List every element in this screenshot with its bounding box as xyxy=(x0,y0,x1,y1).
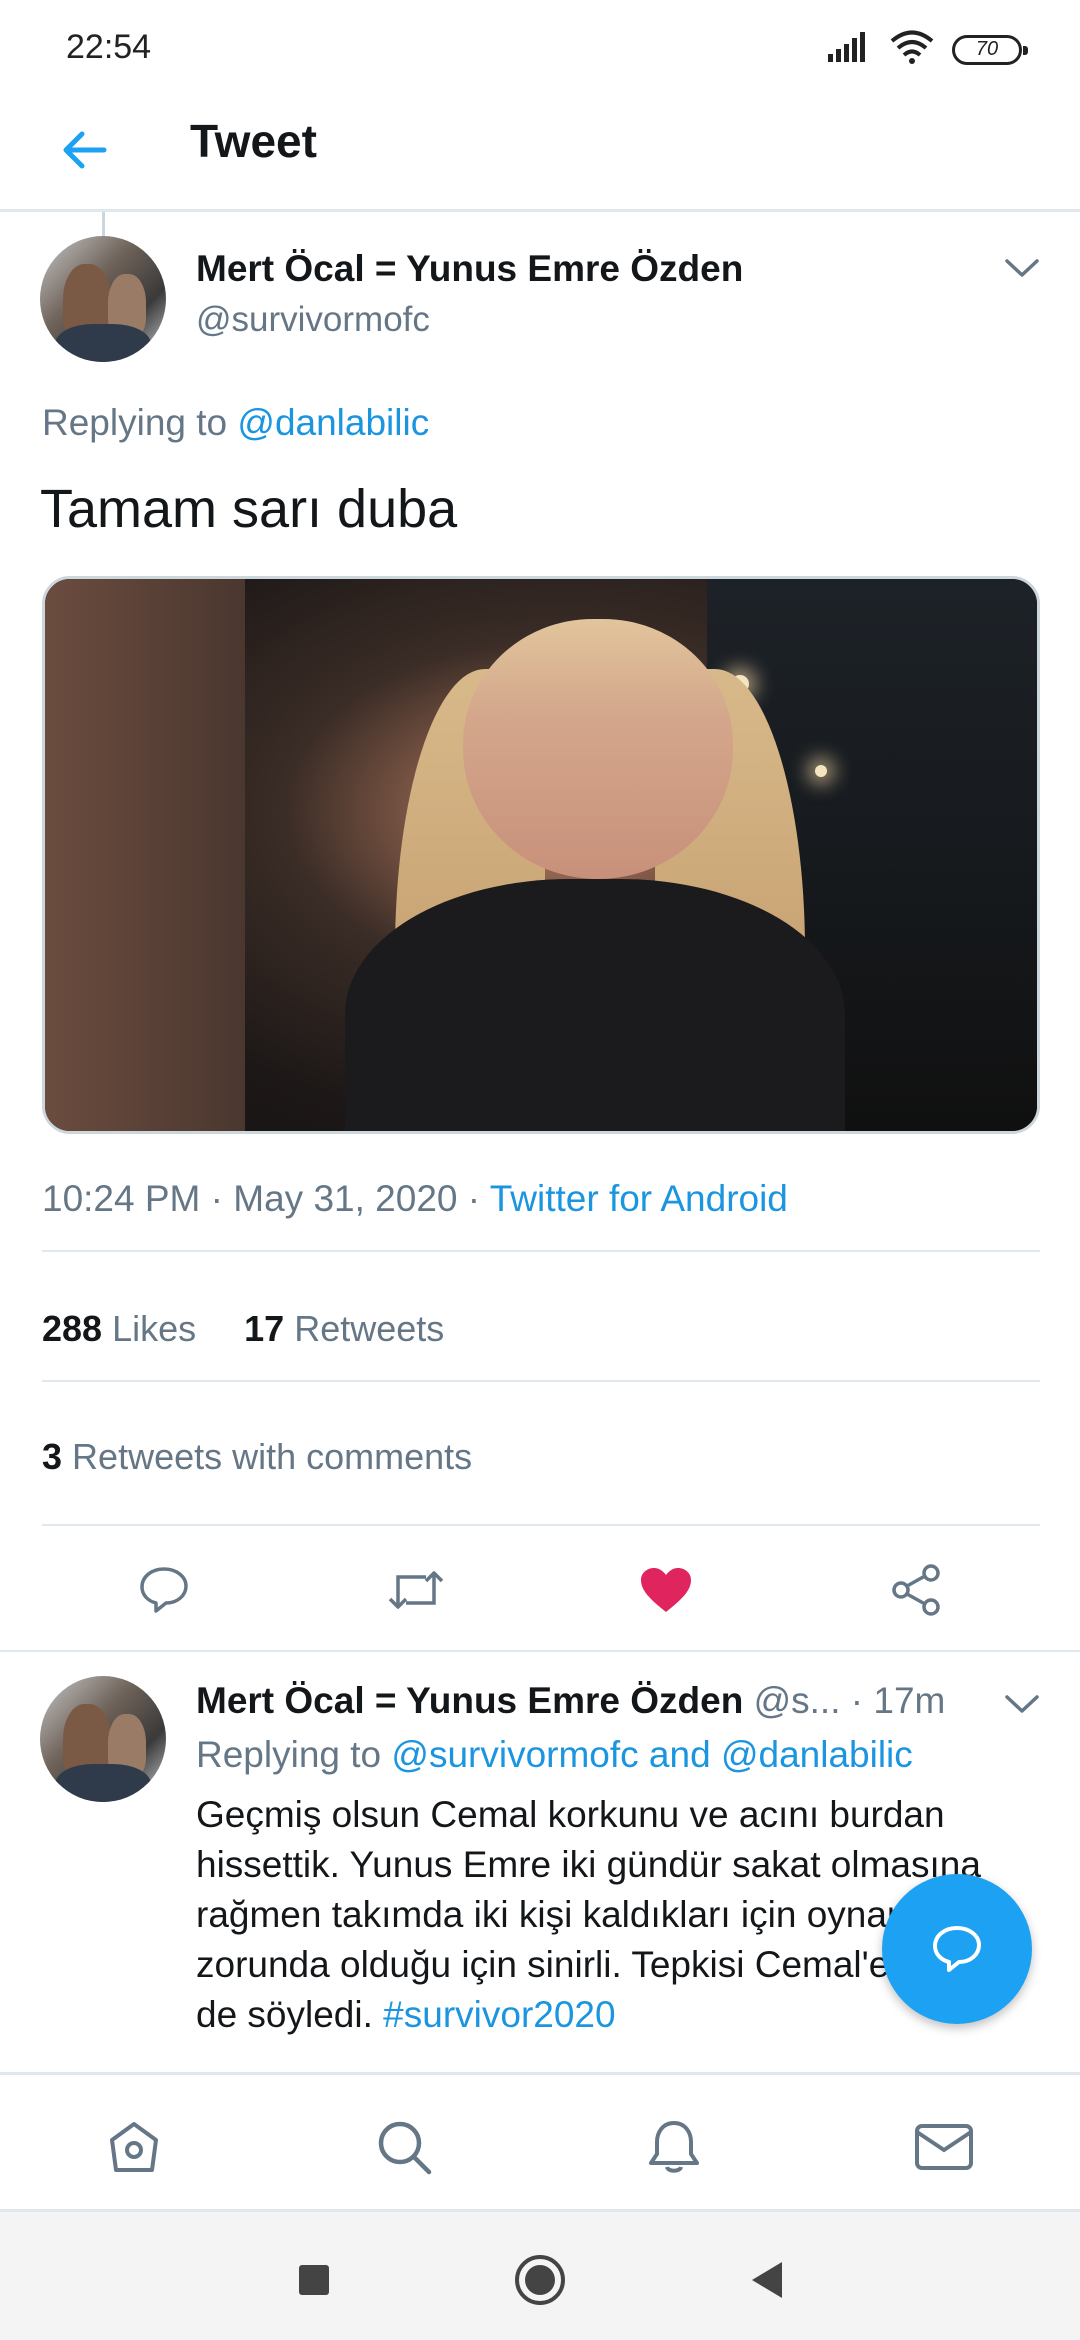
signal-icon xyxy=(828,32,872,67)
recent-apps-button[interactable] xyxy=(286,2252,342,2308)
reply-options-button[interactable] xyxy=(998,1680,1046,1728)
reply-author-handle[interactable]: @s... xyxy=(754,1680,841,1721)
tweet-meta: 10:24 PM · May 31, 2020 · Twitter for An… xyxy=(42,1178,788,1219)
like-button[interactable] xyxy=(634,1558,698,1622)
status-icons: 70 xyxy=(828,30,1028,69)
rwc-label: Retweets with comments xyxy=(72,1436,473,1477)
search-icon xyxy=(378,2121,432,2175)
replying-to-label: Replying to xyxy=(42,402,228,443)
tweet-source-link[interactable]: Twitter for Android xyxy=(490,1178,788,1219)
reply-header: Mert Öcal = Yunus Emre Özden @s... · 17m xyxy=(196,1680,945,1722)
bell-icon xyxy=(649,2121,699,2173)
divider xyxy=(42,1250,1040,1252)
page-title: Tweet xyxy=(190,115,317,167)
square-icon xyxy=(299,2265,329,2295)
system-navigation-bar xyxy=(0,2212,1080,2340)
battery-icon: 70 xyxy=(952,34,1028,65)
home-system-button[interactable] xyxy=(512,2252,568,2308)
back-system-button[interactable] xyxy=(738,2252,794,2308)
author-avatar[interactable] xyxy=(40,236,166,362)
reply-button[interactable] xyxy=(132,1558,196,1622)
reply-replying-to-label: Replying to xyxy=(196,1734,382,1775)
mail-icon xyxy=(915,2124,973,2170)
divider xyxy=(42,1524,1040,1526)
status-bar: 22:54 70 xyxy=(0,0,1080,96)
replying-to-link[interactable]: @danlabilic xyxy=(237,402,429,443)
home-icon xyxy=(110,2122,158,2172)
nav-search[interactable] xyxy=(372,2115,436,2179)
retweets-with-comments-stat[interactable]: 3 Retweets with comments xyxy=(42,1436,472,1478)
likes-label: Likes xyxy=(112,1308,197,1349)
reply-author-name[interactable]: Mert Öcal = Yunus Emre Özden xyxy=(196,1680,743,1721)
likes-stat[interactable]: 288 Likes xyxy=(42,1308,196,1349)
wifi-icon xyxy=(890,30,934,69)
triangle-back-icon xyxy=(752,2262,782,2298)
reply-hashtag[interactable]: #survivor2020 xyxy=(383,1994,615,2035)
tweet-options-button[interactable] xyxy=(998,244,1046,292)
retweet-icon xyxy=(388,1571,444,1609)
nav-notifications[interactable] xyxy=(642,2115,706,2179)
nav-home[interactable] xyxy=(102,2115,166,2179)
tweet-actions xyxy=(0,1550,1080,1626)
section-divider xyxy=(0,1650,1080,1652)
reply-bubble-icon xyxy=(933,1926,981,1972)
heart-filled-icon xyxy=(641,1568,691,1612)
top-app-bar: Tweet xyxy=(0,96,1080,212)
retweets-count: 17 xyxy=(244,1308,285,1349)
retweet-button[interactable] xyxy=(384,1558,448,1622)
retweets-stat[interactable]: 17 Retweets xyxy=(244,1308,444,1349)
reply-replying-to-line: Replying to @survivormofc and @danlabili… xyxy=(196,1734,913,1776)
tweet-date: May 31, 2020 xyxy=(233,1178,458,1219)
tweet-text: Tamam sarı duba xyxy=(40,479,458,539)
chevron-down-icon xyxy=(1005,259,1039,277)
likes-count: 288 xyxy=(42,1308,103,1349)
replying-to-line: Replying to @danlabilic xyxy=(42,402,429,444)
status-time: 22:54 xyxy=(66,28,152,66)
tweet-media-image[interactable] xyxy=(42,576,1040,1134)
reply-replying-to-links[interactable]: @survivormofc and @danlabilic xyxy=(391,1734,912,1775)
reply-icon xyxy=(140,1567,188,1613)
reply-timestamp: · 17m xyxy=(850,1680,946,1721)
back-button[interactable] xyxy=(52,118,116,182)
share-icon xyxy=(892,1564,940,1616)
retweets-label: Retweets xyxy=(294,1308,445,1349)
reply-author-avatar[interactable] xyxy=(40,1676,166,1802)
back-arrow-icon xyxy=(63,131,107,169)
rwc-count: 3 xyxy=(42,1436,63,1477)
share-button[interactable] xyxy=(884,1558,948,1622)
chevron-down-icon xyxy=(1005,1695,1039,1713)
divider xyxy=(42,1380,1040,1382)
tweet-stats: 288 Likes 17 Retweets xyxy=(42,1308,444,1350)
author-handle[interactable]: @survivormofc xyxy=(196,300,430,340)
author-name[interactable]: Mert Öcal = Yunus Emre Özden xyxy=(196,248,743,290)
circle-icon xyxy=(515,2255,565,2305)
bottom-navigation xyxy=(0,2072,1080,2212)
compose-reply-fab[interactable] xyxy=(882,1874,1032,2024)
nav-messages[interactable] xyxy=(912,2115,976,2179)
tweet-time: 10:24 PM xyxy=(42,1178,201,1219)
